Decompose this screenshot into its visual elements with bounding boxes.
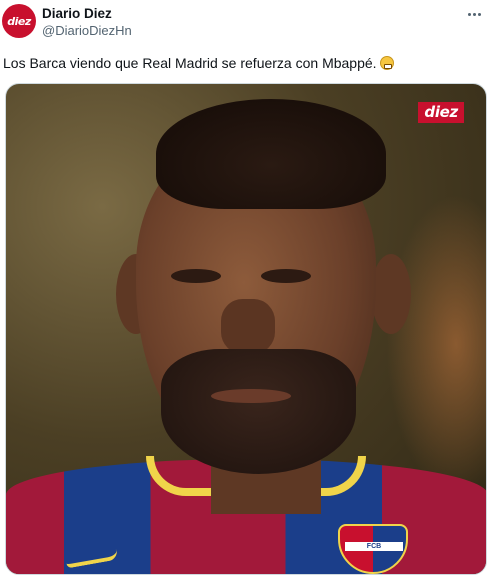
right-eye [261,269,311,283]
more-dot [472,12,476,16]
tweet-text-content: Los Barca viendo que Real Madrid se refu… [3,55,377,71]
more-dot [467,12,471,16]
nose [221,299,275,354]
author-block: Diario Diez @DiarioDiezHn [42,5,132,39]
author-handle[interactable]: @DiarioDiezHn [42,22,132,39]
tweet-text: Los Barca viendo que Real Madrid se refu… [3,54,394,72]
diez-watermark-logo: diez [418,102,464,123]
tweet-media-image[interactable]: FCB diez [5,83,487,575]
beard [161,349,356,474]
avatar-logo-text: diez [7,14,31,28]
more-dot [477,12,481,16]
avatar[interactable]: diez [2,4,36,38]
crest-band: FCB [345,542,403,551]
more-options-icon[interactable] [463,6,485,22]
hair [156,99,386,209]
tweet: diez Diario Diez @DiarioDiezHn Los Barca… [0,0,491,580]
grimacing-face-icon [379,56,394,70]
mouth [211,389,291,403]
author-name[interactable]: Diario Diez [42,5,132,22]
right-ear [371,254,411,334]
person-portrait [116,94,416,514]
left-eye [171,269,221,283]
